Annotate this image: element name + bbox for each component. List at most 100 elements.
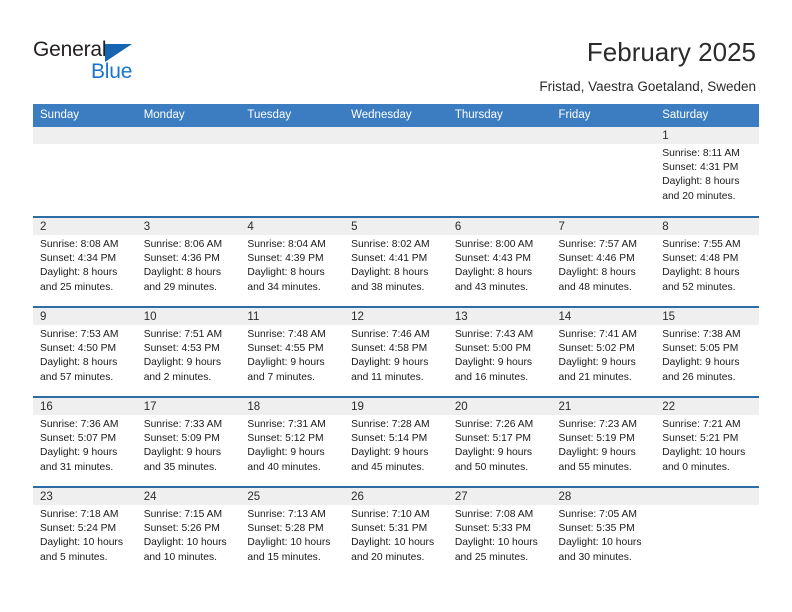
calendar-day-cell[interactable]: 6 Sunrise: 8:00 AM Sunset: 4:43 PM Daylight… (447, 216, 552, 307)
calendar-day-cell[interactable]: 20 Sunrise: 7:26 AM Sunset: 5:17 PM Dayligh… (447, 396, 552, 487)
calendar-week-row: 16 Sunrise: 7:36 AM Sunset: 5:07 PM Dayligh… (33, 396, 759, 487)
daylight-text-line2: and 48 minutes. (558, 281, 632, 293)
daylight-text-line2: and 40 minutes. (247, 461, 321, 473)
calendar-day-cell[interactable]: 19 Sunrise: 7:28 AM Sunset: 5:14 PM Dayligh… (344, 396, 448, 487)
day-sun-info: Sunrise: 7:43 AM Sunset: 5:00 PM Daylight:… (448, 325, 552, 385)
day-number: 11 (240, 308, 345, 325)
sunset-text: Sunset: 4:39 PM (247, 253, 324, 265)
sunset-text: Sunset: 5:35 PM (558, 523, 635, 535)
calendar-day-cell[interactable]: 4 Sunrise: 8:04 AM Sunset: 4:39 PM Daylight… (240, 216, 345, 307)
daylight-text-line2: and 25 minutes. (40, 281, 114, 293)
day-number: 21 (551, 398, 656, 415)
sunset-text: Sunset: 4:50 PM (40, 343, 117, 355)
daylight-text-line1: Daylight: 8 hours (662, 176, 740, 188)
daylight-text-line2: and 55 minutes. (558, 461, 632, 473)
day-sun-info: Sunrise: 7:33 AM Sunset: 5:09 PM Daylight:… (137, 415, 241, 475)
calendar-day-cell[interactable]: 1 Sunrise: 8:11 AM Sunset: 4:31 PM Daylight… (655, 127, 759, 217)
daylight-text-line2: and 57 minutes. (40, 371, 114, 383)
daylight-text-line2: and 0 minutes. (662, 461, 730, 473)
day-sun-info: Sunrise: 7:21 AM Sunset: 5:21 PM Daylight:… (655, 415, 759, 475)
sunset-text: Sunset: 5:02 PM (558, 343, 635, 355)
daylight-text-line1: Daylight: 8 hours (143, 267, 221, 279)
calendar-day-cell-empty (136, 127, 241, 217)
calendar-day-cell-empty (240, 127, 345, 217)
sunset-text: Sunset: 4:41 PM (351, 253, 428, 265)
day-sun-info: Sunrise: 7:31 AM Sunset: 5:12 PM Daylight:… (240, 415, 344, 475)
calendar-day-cell[interactable]: 5 Sunrise: 8:02 AM Sunset: 4:41 PM Daylight… (344, 216, 448, 307)
daylight-text-line1: Daylight: 8 hours (40, 267, 118, 279)
calendar-day-cell[interactable]: 10 Sunrise: 7:51 AM Sunset: 4:53 PM Dayligh… (136, 306, 241, 397)
calendar-day-cell-empty (551, 127, 656, 217)
calendar-day-cell[interactable]: 28 Sunrise: 7:05 AM Sunset: 5:35 PM Dayligh… (551, 486, 656, 577)
calendar-day-cell[interactable]: 23 Sunrise: 7:18 AM Sunset: 5:24 PM Dayligh… (33, 486, 137, 577)
calendar-day-cell[interactable]: 8 Sunrise: 7:55 AM Sunset: 4:48 PM Daylight… (655, 216, 759, 307)
calendar-day-cell[interactable]: 17 Sunrise: 7:33 AM Sunset: 5:09 PM Dayligh… (136, 396, 241, 487)
daylight-text-line2: and 50 minutes. (454, 461, 529, 473)
calendar-week-row: 23 Sunrise: 7:18 AM Sunset: 5:24 PM Dayligh… (33, 486, 759, 577)
calendar-day-cell[interactable]: 11 Sunrise: 7:48 AM Sunset: 4:55 PM Dayligh… (240, 306, 345, 397)
calendar-day-cell[interactable]: 21 Sunrise: 7:23 AM Sunset: 5:19 PM Dayligh… (551, 396, 656, 487)
calendar-day-cell[interactable]: 9 Sunrise: 7:53 AM Sunset: 4:50 PM Daylight… (33, 306, 137, 397)
calendar-day-cell[interactable]: 24 Sunrise: 7:15 AM Sunset: 5:26 PM Dayligh… (136, 486, 241, 577)
day-sun-info: Sunrise: 7:15 AM Sunset: 5:26 PM Daylight:… (137, 505, 241, 565)
daylight-text-line2: and 7 minutes. (247, 371, 315, 383)
daylight-text-line1: Daylight: 8 hours (351, 267, 429, 279)
calendar-day-cell[interactable]: 12 Sunrise: 7:46 AM Sunset: 4:58 PM Dayligh… (344, 306, 448, 397)
sunrise-text: Sunrise: 8:00 AM (454, 239, 534, 250)
weekday-header-wednesday: Wednesday (344, 104, 448, 127)
calendar-day-cell[interactable]: 18 Sunrise: 7:31 AM Sunset: 5:12 PM Dayligh… (240, 396, 345, 487)
sunrise-text: Sunrise: 7:15 AM (143, 509, 223, 520)
calendar-day-cell-empty (447, 127, 552, 217)
sunrise-text: Sunrise: 7:21 AM (662, 419, 741, 430)
calendar-day-cell[interactable]: 3 Sunrise: 8:06 AM Sunset: 4:36 PM Daylight… (136, 216, 241, 307)
calendar-day-cell[interactable]: 26 Sunrise: 7:10 AM Sunset: 5:31 PM Dayligh… (344, 486, 448, 577)
day-sun-info: Sunrise: 7:10 AM Sunset: 5:31 PM Daylight:… (344, 505, 448, 565)
calendar-day-cell-empty (655, 486, 759, 577)
calendar-day-cell[interactable]: 15 Sunrise: 7:38 AM Sunset: 5:05 PM Dayligh… (655, 306, 759, 397)
daylight-text-line2: and 38 minutes. (351, 281, 425, 293)
day-sun-info: Sunrise: 7:28 AM Sunset: 5:14 PM Daylight:… (344, 415, 448, 475)
day-sun-info: Sunrise: 7:13 AM Sunset: 5:28 PM Daylight:… (240, 505, 344, 565)
sunrise-text: Sunrise: 7:08 AM (454, 509, 534, 520)
calendar-day-cell[interactable]: 16 Sunrise: 7:36 AM Sunset: 5:07 PM Dayligh… (33, 396, 137, 487)
general-blue-logo[interactable]: General Blue (33, 38, 163, 84)
day-sun-info: Sunrise: 8:11 AM Sunset: 4:31 PM Daylight:… (655, 144, 759, 204)
day-sun-info: Sunrise: 7:41 AM Sunset: 5:02 PM Daylight:… (552, 325, 656, 385)
day-sun-info: Sunrise: 7:05 AM Sunset: 5:35 PM Daylight:… (552, 505, 656, 565)
calendar-day-cell[interactable]: 25 Sunrise: 7:13 AM Sunset: 5:28 PM Dayligh… (240, 486, 345, 577)
day-sun-info: Sunrise: 7:55 AM Sunset: 4:48 PM Daylight:… (655, 235, 759, 295)
weekday-header-monday: Monday (136, 104, 241, 127)
calendar-day-cell[interactable]: 22 Sunrise: 7:21 AM Sunset: 5:21 PM Dayligh… (655, 396, 759, 487)
weekday-header-friday: Friday (551, 104, 656, 127)
sunset-text: Sunset: 4:43 PM (454, 253, 531, 265)
daylight-text-line1: Daylight: 8 hours (454, 267, 533, 279)
day-number: 10 (136, 308, 241, 325)
day-number: 14 (551, 308, 656, 325)
sunrise-text: Sunrise: 7:10 AM (351, 509, 430, 520)
daylight-text-line2: and 52 minutes. (662, 281, 736, 293)
calendar-day-cell[interactable]: 14 Sunrise: 7:41 AM Sunset: 5:02 PM Dayligh… (551, 306, 656, 397)
daylight-text-line1: Daylight: 10 hours (558, 537, 642, 549)
calendar-day-cell[interactable]: 27 Sunrise: 7:08 AM Sunset: 5:33 PM Dayligh… (447, 486, 552, 577)
day-number: 8 (655, 218, 759, 235)
page-subtitle-location: Fristad, Vaestra Goetaland, Sweden (539, 79, 756, 94)
sunrise-text: Sunrise: 7:33 AM (143, 419, 223, 430)
calendar-day-cell[interactable]: 2 Sunrise: 8:08 AM Sunset: 4:34 PM Daylight… (33, 216, 137, 307)
calendar-day-cell[interactable]: 13 Sunrise: 7:43 AM Sunset: 5:00 PM Dayligh… (447, 306, 552, 397)
sunrise-text: Sunrise: 8:06 AM (143, 239, 223, 250)
calendar-day-cell[interactable]: 7 Sunrise: 7:57 AM Sunset: 4:46 PM Daylight… (551, 216, 656, 307)
weekday-header-sunday: Sunday (33, 104, 137, 127)
daylight-text-line1: Daylight: 9 hours (454, 447, 533, 459)
day-sun-info: Sunrise: 7:36 AM Sunset: 5:07 PM Daylight:… (33, 415, 137, 475)
daylight-text-line1: Daylight: 10 hours (247, 537, 331, 549)
day-sun-info: Sunrise: 7:18 AM Sunset: 5:24 PM Daylight:… (33, 505, 137, 565)
sunrise-text: Sunrise: 8:08 AM (40, 239, 119, 250)
sunset-text: Sunset: 4:58 PM (351, 343, 428, 355)
day-number (344, 127, 448, 144)
daylight-text-line2: and 26 minutes. (662, 371, 736, 383)
sunrise-text: Sunrise: 7:48 AM (247, 329, 326, 340)
day-number (655, 488, 759, 505)
day-number: 16 (33, 398, 137, 415)
sunrise-text: Sunrise: 8:02 AM (351, 239, 430, 250)
day-number: 1 (655, 127, 759, 144)
